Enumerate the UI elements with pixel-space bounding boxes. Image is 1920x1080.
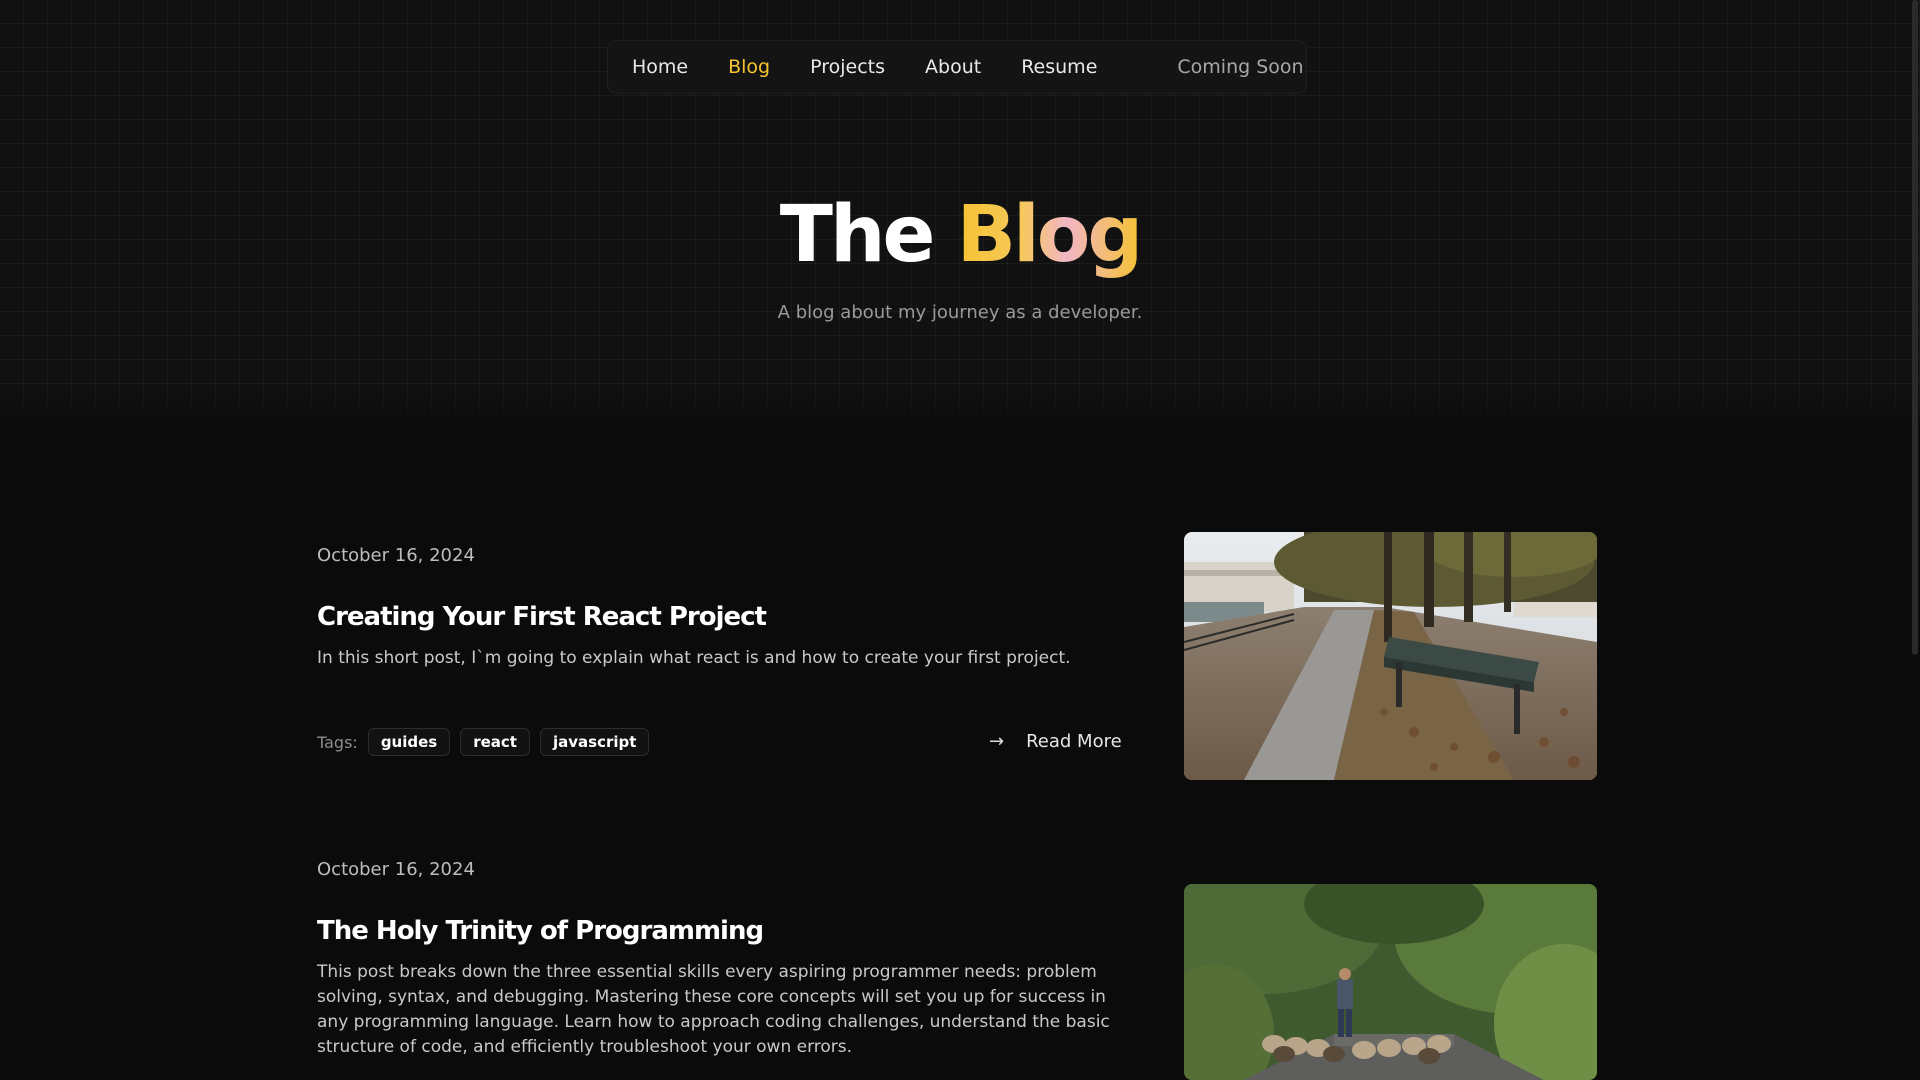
tag-react[interactable]: react <box>460 728 530 756</box>
nav-projects[interactable]: Projects <box>810 56 885 78</box>
shepherd-with-sheep-image <box>1184 884 1597 1080</box>
page-title-blog: Blog <box>956 190 1144 280</box>
post-thumbnail[interactable] <box>1184 884 1597 1080</box>
tag-javascript[interactable]: javascript <box>539 728 650 756</box>
nav-resume[interactable]: Resume <box>1021 56 1097 78</box>
nav-coming-soon[interactable]: Coming Soon <box>1177 56 1303 78</box>
nav-home[interactable]: Home <box>632 56 688 78</box>
page-subtitle: A blog about my journey as a developer. <box>777 302 1143 323</box>
post-description: In this short post, I`m going to explain… <box>317 648 1071 668</box>
tags-label: Tags: <box>317 732 358 752</box>
post-tags: Tags: guides react javascript <box>317 728 659 756</box>
post-date: October 16, 2024 <box>317 545 475 566</box>
post-title[interactable]: The Holy Trinity of Programming <box>317 916 764 946</box>
post-description: This post breaks down the three essentia… <box>317 962 1110 1057</box>
page-title: The Blog <box>0 196 1920 274</box>
post-title[interactable]: Creating Your First React Project <box>317 602 767 632</box>
hero-fade <box>0 380 1920 430</box>
post-date: October 16, 2024 <box>317 859 475 880</box>
blog-post-card: October 16, 2024 Creating Your First Rea… <box>317 532 1597 782</box>
read-more-label: Read More <box>1026 731 1122 752</box>
scrollbar[interactable] <box>1912 0 1918 655</box>
nav-about[interactable]: About <box>925 56 981 78</box>
page-title-the: The <box>779 190 936 280</box>
read-more-link[interactable]: → Read More <box>989 731 1122 752</box>
blog-post-card: October 16, 2024 The Holy Trinity of Pro… <box>317 846 1597 1080</box>
arrow-right-icon: → <box>989 731 1005 752</box>
tag-guides[interactable]: guides <box>367 728 451 756</box>
top-navigation: Home Blog Projects About Resume Coming S… <box>607 40 1307 94</box>
post-thumbnail[interactable] <box>1184 532 1597 780</box>
autumn-park-bench-image <box>1184 532 1597 780</box>
nav-blog[interactable]: Blog <box>728 56 770 78</box>
